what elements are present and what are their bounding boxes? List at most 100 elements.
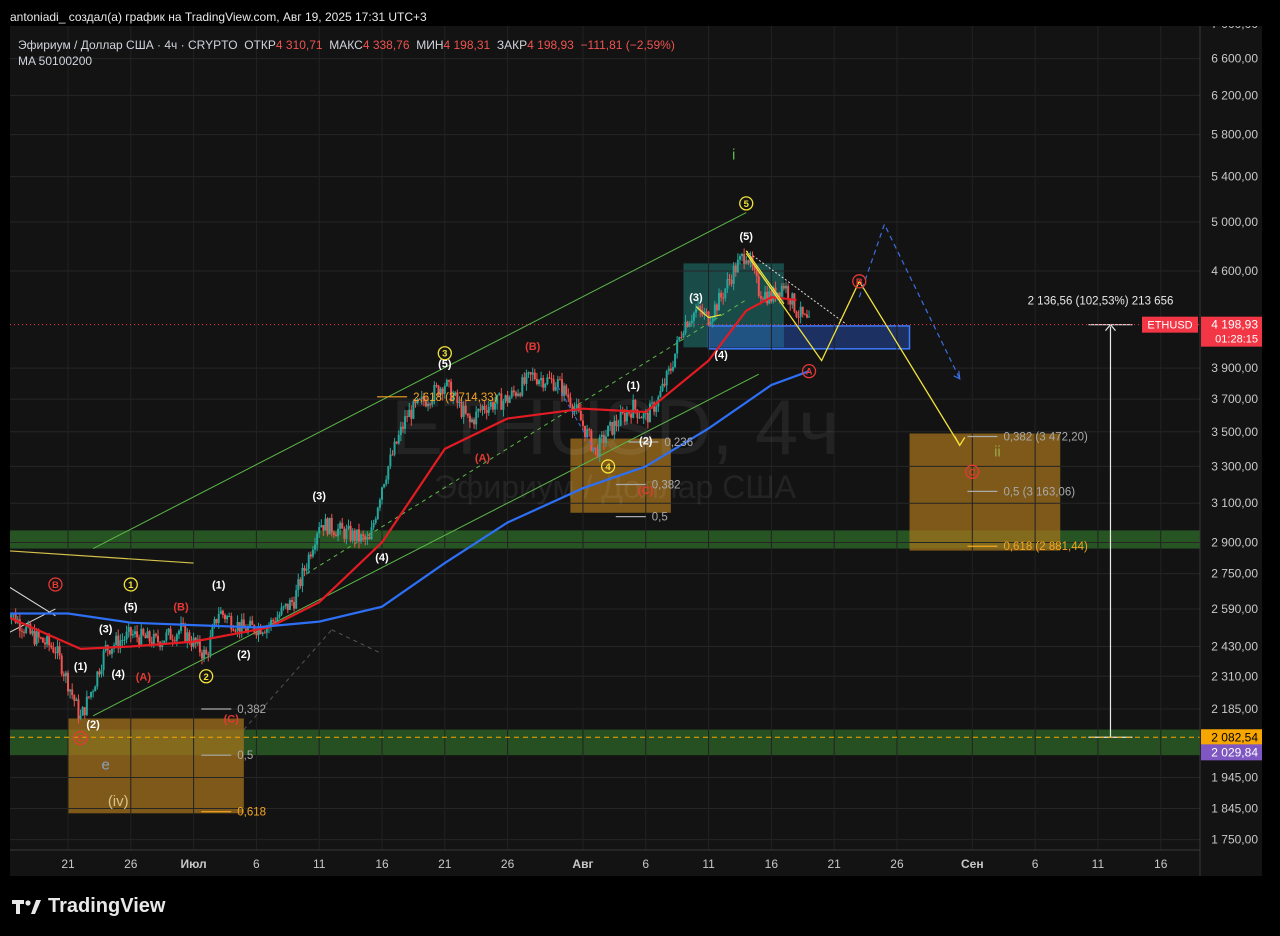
time-axis-tick: 21 xyxy=(61,857,75,871)
price-axis-tick: 3 500,00 xyxy=(1211,425,1258,439)
candle-body xyxy=(676,340,679,354)
candle-body xyxy=(39,637,42,639)
tradingview-logo[interactable]: TradingView xyxy=(12,895,165,918)
candle-body xyxy=(364,536,367,540)
wave-label: i xyxy=(732,146,735,163)
candle-body xyxy=(540,378,543,381)
candle-body xyxy=(334,535,337,537)
candle-body xyxy=(249,620,252,627)
candle-body xyxy=(52,647,55,653)
candle-body xyxy=(399,426,402,436)
candle-body xyxy=(512,390,515,393)
candle-body xyxy=(129,627,132,636)
candle-body xyxy=(397,435,400,444)
candle-body xyxy=(563,385,566,396)
price-axis-tick: 6 600,00 xyxy=(1211,52,1258,66)
candle-body xyxy=(579,410,582,421)
candle-body xyxy=(738,256,741,260)
price-chart[interactable]: ETHUSD, 4чЭфириум / Доллар США 2 136,56 … xyxy=(10,26,1262,876)
tradingview-logo-text: TradingView xyxy=(48,895,166,917)
price-axis-tick: 5 000,00 xyxy=(1211,215,1258,229)
candle-body xyxy=(544,383,547,388)
candle-body xyxy=(154,633,157,636)
candle-body xyxy=(138,637,141,645)
legend-symbol[interactable]: Эфириум / Доллар США · 4ч · CRYPTO xyxy=(18,38,238,52)
candle-body xyxy=(385,479,388,485)
fib-level-label: 0,382 xyxy=(237,704,266,716)
candle-body xyxy=(730,279,733,284)
candle-body xyxy=(184,624,187,642)
price-axis-tick: 1 750,00 xyxy=(1211,833,1258,847)
wave-label: (4) xyxy=(714,350,728,362)
wave-label: (5) xyxy=(438,359,452,371)
candle-body xyxy=(471,419,474,423)
candle-body xyxy=(205,649,208,655)
legend-close-value: 4 198,93 xyxy=(527,38,574,52)
fib-level-label: 0,382 (3 472,20) xyxy=(1003,431,1088,443)
candle-body xyxy=(349,525,352,541)
candle-body xyxy=(590,430,593,451)
candle-body xyxy=(190,642,193,647)
price-axis-tick: 2 430,00 xyxy=(1211,639,1258,653)
candle-body xyxy=(724,288,727,299)
price-axis-tick: 6 200,00 xyxy=(1211,88,1258,102)
price-axis-tick: 3 300,00 xyxy=(1211,459,1258,473)
candle-body xyxy=(307,554,310,569)
candle-body xyxy=(778,292,781,297)
candle-body xyxy=(642,413,645,419)
candle-body xyxy=(234,630,237,632)
candle-body xyxy=(314,544,317,550)
candle-body xyxy=(646,413,649,423)
candle-body xyxy=(301,567,304,587)
candle-body xyxy=(144,634,147,639)
candle-body xyxy=(538,380,540,385)
candle-body xyxy=(684,321,687,334)
candle-body xyxy=(542,378,545,388)
price-axis-tick: 2 590,00 xyxy=(1211,602,1258,616)
candle-body xyxy=(142,628,145,635)
candle-body xyxy=(789,299,792,305)
candle-body xyxy=(466,413,469,416)
candle-body xyxy=(707,311,710,326)
wave-label: (4) xyxy=(112,669,126,681)
candle-body xyxy=(328,517,331,535)
candle-body xyxy=(732,265,735,284)
candle-body xyxy=(755,269,758,277)
candle-body xyxy=(221,610,224,615)
candle-body xyxy=(604,436,607,443)
candle-body xyxy=(435,385,438,387)
candle-body xyxy=(343,528,346,539)
candle-body xyxy=(272,619,275,622)
chart-frame[interactable]: ETHUSD, 4ч Эфириум / Доллар США 2 136,56 … xyxy=(10,26,1262,876)
candle-body xyxy=(387,466,390,480)
candle-body xyxy=(29,623,32,634)
legend-indicator[interactable]: MA 50100200 xyxy=(18,53,675,69)
candle-body xyxy=(232,629,235,631)
candle-body xyxy=(640,417,643,419)
candle-body xyxy=(401,426,404,429)
candle-body xyxy=(318,527,321,534)
candle-body xyxy=(447,380,450,382)
candle-body xyxy=(31,630,34,634)
candle-body xyxy=(330,517,333,533)
candle-body xyxy=(715,304,718,311)
candle-body xyxy=(801,306,804,315)
price-axis-tick: 5 400,00 xyxy=(1211,170,1258,184)
candle-body xyxy=(127,627,130,632)
candle-body xyxy=(50,645,53,648)
candle-body xyxy=(100,669,103,675)
candle-body xyxy=(628,412,631,414)
wave-label: (3) xyxy=(312,491,326,503)
wave-label: (1) xyxy=(626,380,640,392)
candle-body xyxy=(71,689,74,696)
time-axis-tick: Июл xyxy=(180,857,206,871)
candle-body xyxy=(186,632,189,642)
candle-body xyxy=(37,631,40,638)
candle-body xyxy=(85,696,88,716)
candle-body xyxy=(305,568,308,571)
candle-body xyxy=(284,603,287,607)
price-axis-tick: 5 800,00 xyxy=(1211,128,1258,142)
candle-body xyxy=(87,696,90,698)
candle-body xyxy=(255,632,258,636)
wave-label: 4 xyxy=(605,462,611,473)
